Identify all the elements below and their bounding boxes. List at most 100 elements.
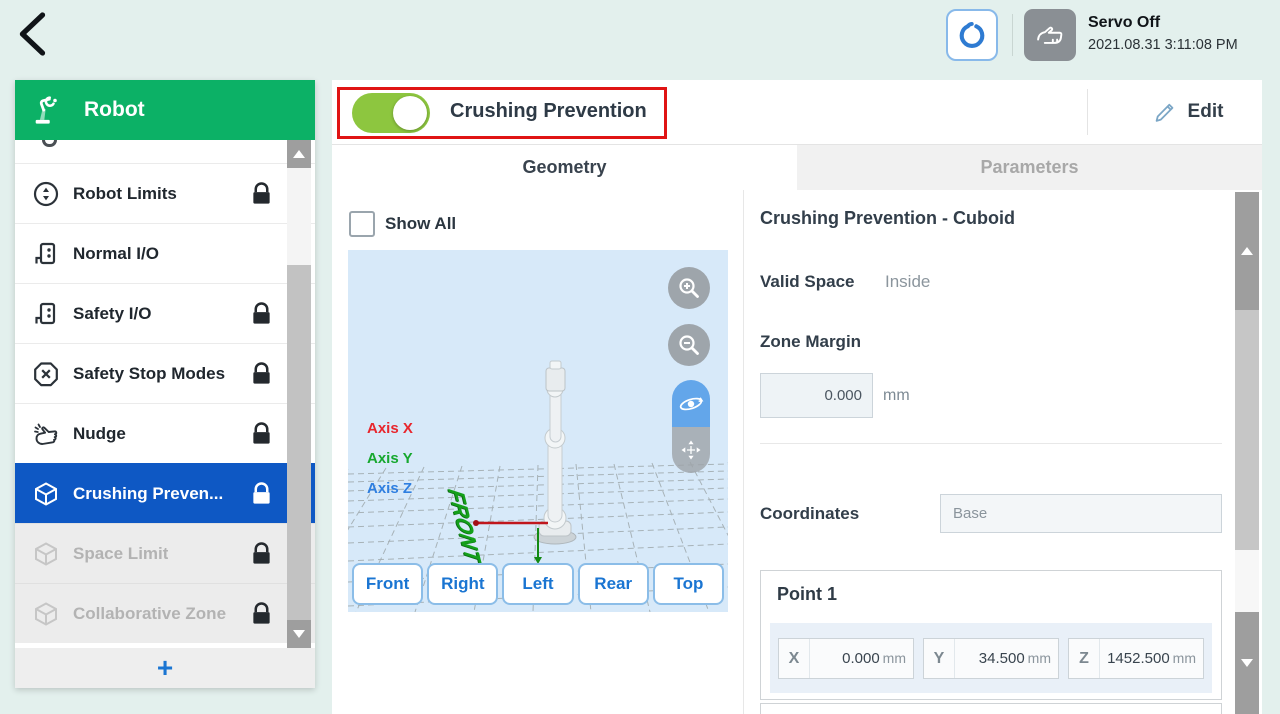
cube-icon <box>32 480 60 508</box>
toggle-knob <box>393 96 427 130</box>
lock-icon <box>250 361 273 387</box>
lock-icon <box>250 181 273 207</box>
x-unit: mm <box>880 650 913 666</box>
sidebar-item-safety-stop-modes[interactable]: Safety Stop Modes <box>15 343 315 403</box>
show-all-checkbox[interactable] <box>349 211 375 237</box>
robot-limits-icon <box>32 180 60 208</box>
header-divider <box>1087 89 1088 135</box>
point1-y-field[interactable]: Y 34.500 mm <box>923 638 1059 679</box>
crushing-prevention-toggle[interactable] <box>352 93 430 133</box>
pencil-icon <box>1151 98 1179 126</box>
pan-arrows-icon <box>678 437 704 463</box>
view-right-button[interactable]: Right <box>427 563 498 605</box>
view-buttons-row: Front Right Left Rear Top <box>352 563 724 605</box>
io-icon <box>32 300 60 328</box>
point1-section: Point 1 X 0.000 mm Y 34.500 mm Z 1452.50… <box>760 570 1222 700</box>
scrollbar-thumb[interactable] <box>287 265 311 623</box>
io-icon <box>32 240 60 268</box>
pan-view-button[interactable] <box>672 427 710 473</box>
coordinates-select[interactable]: Base <box>940 494 1222 533</box>
servo-status-box[interactable] <box>1024 9 1076 61</box>
robot-settings-screen: Servo Off 2021.08.31 3:11:08 PM Robot <box>0 0 1280 714</box>
scroll-up-button[interactable] <box>287 140 311 168</box>
scrollbar-thumb[interactable] <box>1235 310 1259 550</box>
x-value: 0.000 <box>810 650 880 667</box>
view-control-pill <box>672 380 710 473</box>
add-item-button[interactable]: + <box>15 648 315 688</box>
sidebar-item-label: Space Limit <box>73 544 168 564</box>
view-rear-button[interactable]: Rear <box>578 563 649 605</box>
edit-button[interactable]: Edit <box>1112 80 1262 144</box>
back-chevron-icon <box>14 10 52 58</box>
show-all-row: Show All <box>349 211 456 237</box>
coordinates-label: Coordinates <box>760 494 859 533</box>
zone-margin-unit: mm <box>883 373 910 418</box>
hand-icon <box>1033 18 1067 52</box>
orbit-icon <box>677 390 705 418</box>
main-panel: Crushing Prevention Edit Geometry Parame… <box>332 80 1262 714</box>
tab-parameters[interactable]: Parameters <box>797 145 1262 190</box>
arrow-up-icon <box>293 150 305 158</box>
sidebar-item-label: Robot Limits <box>73 184 177 204</box>
zone-margin-input[interactable]: 0.000 <box>760 373 873 418</box>
view-front-button[interactable]: Front <box>352 563 423 605</box>
arrow-down-icon <box>1241 659 1253 667</box>
sidebar-item-label: Crushing Preven... <box>73 484 223 504</box>
sidebar-list: Robot Limits Normal I/O Safety I/O <box>15 140 315 648</box>
sidebar-item-space-limit[interactable]: Space Limit <box>15 523 315 583</box>
view-top-button[interactable]: Top <box>653 563 724 605</box>
magnifier-plus-icon <box>674 273 704 303</box>
y-axis-label: Y <box>924 639 955 678</box>
zoom-in-button[interactable] <box>668 267 710 309</box>
view-left-button[interactable]: Left <box>502 563 573 605</box>
y-unit: mm <box>1025 650 1058 666</box>
robot-3d-viewport[interactable]: FRONT Axis X Axis Y Axis Z <box>348 250 728 612</box>
zoom-out-button[interactable] <box>668 324 710 366</box>
details-scrollbar[interactable] <box>1235 192 1259 714</box>
edit-label: Edit <box>1188 101 1224 123</box>
sidebar-item-robot-limits[interactable]: Robot Limits <box>15 163 315 223</box>
z-unit: mm <box>1170 650 1203 666</box>
scroll-up-button[interactable] <box>1235 192 1259 310</box>
lock-icon <box>250 421 273 447</box>
mode-gripper-icon <box>956 19 988 51</box>
stop-octagon-icon <box>32 360 60 388</box>
zone-margin-label: Zone Margin <box>760 332 861 352</box>
point1-fields-row: X 0.000 mm Y 34.500 mm Z 1452.500 mm <box>770 623 1212 693</box>
scroll-down-button[interactable] <box>1235 612 1259 714</box>
servo-status: Servo Off <box>1088 13 1238 33</box>
sidebar-item-nudge[interactable]: Nudge <box>15 403 315 463</box>
cube-icon <box>32 540 60 568</box>
plus-icon: + <box>157 652 173 684</box>
axis-y-label: Axis Y <box>367 450 413 467</box>
sidebar-item-crushing-prevention[interactable]: Crushing Preven... <box>15 463 315 523</box>
magnifier-minus-icon <box>674 330 704 360</box>
point1-z-field[interactable]: Z 1452.500 mm <box>1068 638 1204 679</box>
sidebar-item-normal-io[interactable]: Normal I/O <box>15 223 315 283</box>
arrow-up-icon <box>1241 247 1253 255</box>
lock-icon <box>250 481 273 507</box>
sidebar-item-partial <box>15 140 315 163</box>
z-axis-label: Z <box>1069 639 1100 678</box>
timestamp: 2021.08.31 3:11:08 PM <box>1088 36 1238 54</box>
sidebar-item-collaborative-zone[interactable]: Collaborative Zone <box>15 583 315 643</box>
partial-icon <box>42 140 57 147</box>
point1-x-field[interactable]: X 0.000 mm <box>778 638 914 679</box>
rotate-view-button[interactable] <box>672 380 710 427</box>
z-value: 1452.500 <box>1100 650 1170 667</box>
topbar-divider <box>1012 14 1013 56</box>
details-title: Crushing Prevention - Cuboid <box>760 208 1015 229</box>
robot-mode-button[interactable] <box>946 9 998 61</box>
panel-header: Crushing Prevention Edit <box>332 80 1262 145</box>
tab-geometry[interactable]: Geometry <box>332 145 797 190</box>
sidebar-item-label: Safety Stop Modes <box>73 364 225 384</box>
axis-z-label: Axis Z <box>367 480 412 497</box>
back-button[interactable] <box>14 10 52 58</box>
sidebar: Robot Robot Limits Normal I/O <box>15 80 315 688</box>
sidebar-scrollbar[interactable] <box>287 140 311 648</box>
toggle-label: Crushing Prevention <box>450 80 647 142</box>
sidebar-title: Robot <box>84 98 145 122</box>
sidebar-item-safety-io[interactable]: Safety I/O <box>15 283 315 343</box>
scroll-down-button[interactable] <box>287 620 311 648</box>
point2-section-partial <box>760 703 1222 714</box>
